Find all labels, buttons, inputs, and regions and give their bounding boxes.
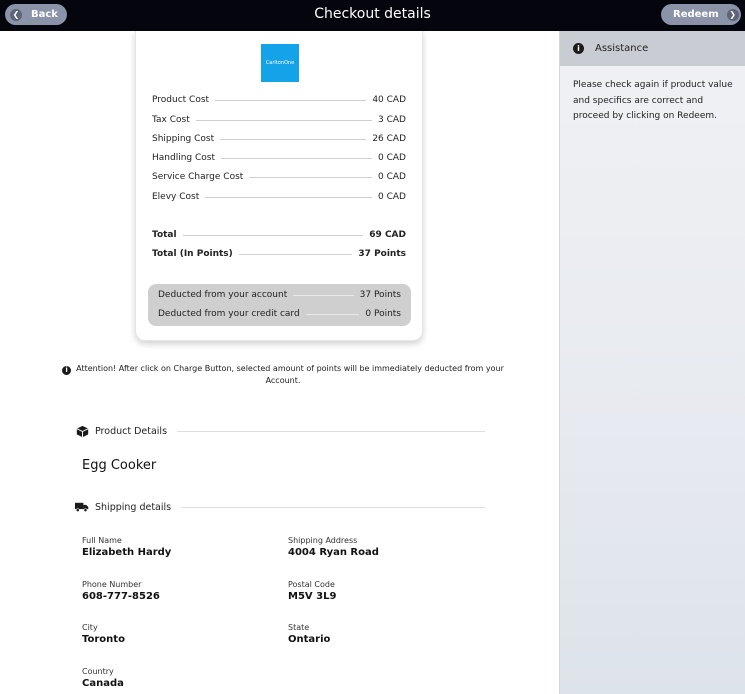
box-icon xyxy=(75,424,89,438)
chevron-right-icon: ❯ xyxy=(726,8,739,21)
field-label: Country xyxy=(82,667,114,676)
field-label: Full Name xyxy=(82,536,122,545)
cost-value: 40 CAD xyxy=(372,95,406,105)
cost-value: 0 CAD xyxy=(378,192,406,202)
info-icon: i xyxy=(573,43,584,54)
cost-label: Tax Cost xyxy=(152,115,190,125)
total-points-value: 37 Points xyxy=(358,249,406,259)
cost-value: 0 CAD xyxy=(378,172,406,182)
deduct-card-row: Deducted from your credit card 0 Points xyxy=(158,307,401,321)
page-title: Checkout details xyxy=(314,6,431,22)
assistance-text: Please check again if product value and … xyxy=(573,80,733,121)
deduct-label: Deducted from your account xyxy=(158,290,288,300)
total-value: 69 CAD xyxy=(369,230,406,240)
field-value: M5V 3L9 xyxy=(288,591,337,602)
divider xyxy=(182,234,364,236)
field-label: Phone Number xyxy=(82,580,142,589)
total-points-row: Total (In Points) 37 Points xyxy=(152,247,406,261)
divider xyxy=(221,157,373,159)
cost-label: Shipping Cost xyxy=(152,134,215,144)
cost-row-elevy: Elevy Cost 0 CAD xyxy=(152,190,406,204)
deduct-value: 0 Points xyxy=(365,309,401,319)
total-label: Total xyxy=(152,230,177,240)
total-points-label: Total (In Points) xyxy=(152,249,233,259)
cost-label: Handling Cost xyxy=(152,153,215,163)
truck-icon xyxy=(75,500,89,514)
field-value: 4004 Ryan Road xyxy=(288,547,379,558)
cost-row-shipping: Shipping Cost 26 CAD xyxy=(152,132,406,146)
cost-value: 0 CAD xyxy=(378,153,406,163)
field-label: Shipping Address xyxy=(288,536,358,545)
cost-value: 26 CAD xyxy=(372,134,406,144)
cost-row-handling: Handling Cost 0 CAD xyxy=(152,151,406,165)
full-name-field: Full Name Elizabeth Hardy xyxy=(82,536,171,558)
cost-label: Product Cost xyxy=(152,95,210,105)
assistance-title: Assistance xyxy=(595,43,649,54)
divider xyxy=(249,176,373,178)
divider xyxy=(181,506,485,508)
total-row: Total 69 CAD xyxy=(152,228,406,242)
divider xyxy=(305,313,360,315)
divider xyxy=(205,196,373,198)
receipt-card: CarltonOne Product Cost 40 CAD Tax Cost … xyxy=(135,31,423,341)
field-value: Canada xyxy=(82,678,124,689)
field-label: Postal Code xyxy=(288,580,335,589)
cost-label: Elevy Cost xyxy=(152,192,200,202)
divider xyxy=(215,99,367,101)
field-value: Elizabeth Hardy xyxy=(82,547,172,558)
assistance-panel: i Assistance Please check again if produ… xyxy=(559,31,745,694)
deduct-label: Deducted from your credit card xyxy=(158,309,300,319)
field-value: 608-777-8526 xyxy=(82,591,160,602)
redeem-label: Redeem xyxy=(673,9,719,20)
divider xyxy=(177,430,485,432)
redeem-button[interactable]: Redeem ❯ xyxy=(661,4,741,25)
attention-text: Attention! After click on Charge Button,… xyxy=(76,364,504,385)
cost-row-tax: Tax Cost 3 CAD xyxy=(152,113,406,127)
product-details-header: Product Details xyxy=(75,423,485,439)
shipping-details-title: Shipping details xyxy=(95,501,172,513)
deduct-account-row: Deducted from your account 37 Points xyxy=(158,288,401,302)
field-label: State xyxy=(288,623,310,632)
state-field: State Ontario xyxy=(288,623,330,645)
shipping-details-header: Shipping details xyxy=(75,499,485,515)
info-icon: i xyxy=(62,365,72,375)
cost-label: Service Charge Cost xyxy=(152,172,244,182)
brand-logo: CarltonOne xyxy=(261,44,299,82)
phone-field: Phone Number 608-777-8526 xyxy=(82,580,160,602)
cost-value: 3 CAD xyxy=(378,115,406,125)
cost-row-service-charge: Service Charge Cost 0 CAD xyxy=(152,170,406,184)
divider xyxy=(195,119,373,121)
product-details-title: Product Details xyxy=(95,425,168,437)
cost-row-product: Product Cost 40 CAD xyxy=(152,93,406,107)
divider xyxy=(293,294,354,296)
assistance-header: i Assistance xyxy=(560,31,745,66)
top-bar: ❮ Back Checkout details Redeem ❯ xyxy=(0,0,745,31)
field-value: Ontario xyxy=(288,634,331,645)
field-value: Toronto xyxy=(82,634,125,645)
divider xyxy=(220,138,367,140)
field-label: City xyxy=(82,623,98,632)
product-name: Egg Cooker xyxy=(82,458,157,473)
country-field: Country Canada xyxy=(82,667,124,689)
shipping-address-field: Shipping Address 4004 Ryan Road xyxy=(288,536,379,558)
deduct-value: 37 Points xyxy=(359,290,401,300)
divider xyxy=(238,253,353,255)
attention-note: i Attention! After click on Charge Button… xyxy=(60,363,506,387)
city-field: City Toronto xyxy=(82,623,125,645)
postal-code-field: Postal Code M5V 3L9 xyxy=(288,580,336,602)
deductions-box: Deducted from your account 37 Points Ded… xyxy=(148,284,411,326)
